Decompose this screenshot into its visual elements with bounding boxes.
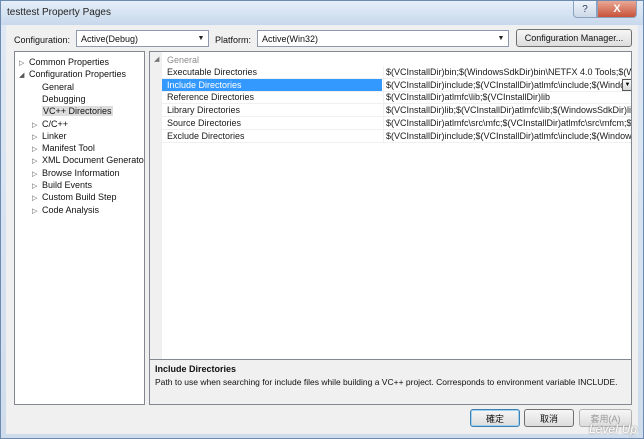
tree-item-xml-document-generator[interactable]: ▷ XML Document Generator (32, 154, 145, 166)
help-button[interactable]: ? (573, 1, 597, 18)
property-value[interactable]: $(VCInstallDir)include;$(VCInstallDir)at… (383, 78, 632, 91)
dialog-client: Configuration: Active(Debug) ▼ Platform:… (6, 25, 638, 434)
tree-item-general[interactable]: General (32, 81, 74, 93)
category-label: General (167, 55, 200, 65)
property-row-executable-directories[interactable]: Executable Directories $(VCInstallDir)bin… (162, 66, 631, 79)
property-value-text: $(VCInstallDir)include;$(VCInstallDir)at… (386, 130, 632, 141)
tree-item-label: VC++ Directories (42, 106, 113, 117)
collapse-triangle-icon[interactable]: ◢ (154, 55, 159, 63)
configuration-manager-button[interactable]: Configuration Manager... (516, 29, 632, 47)
property-tree[interactable]: ▷ Common Properties ◢ Configuration Propert… (14, 51, 145, 405)
category-row-general[interactable]: ◢ General (150, 54, 631, 66)
tree-item-label: C/C++ (42, 118, 69, 129)
configuration-label: Configuration: (14, 35, 71, 45)
collapse-triangle-icon[interactable]: ◢ (19, 70, 29, 82)
window-title: testtest Property Pages (7, 7, 111, 18)
tree-item-manifest-tool[interactable]: ▷ Manifest Tool (32, 142, 95, 154)
tree-item-build-events[interactable]: ▷ Build Events (32, 179, 92, 191)
property-value[interactable]: $(VCInstallDir)atlmfc\lib;$(VCInstallDir… (383, 91, 631, 104)
tree-item-label: Browse Information (42, 167, 120, 178)
property-name[interactable]: Executable Directories (162, 66, 382, 78)
property-grid[interactable]: ◢ General Executable Directories $(VCInst… (149, 51, 632, 381)
property-value-text: $(VCInstallDir)bin;$(WindowsSdkDir)bin\N… (386, 67, 631, 77)
property-row-reference-directories[interactable]: Reference Directories $(VCInstallDir)atlm… (162, 91, 631, 105)
close-button[interactable]: X (597, 1, 637, 18)
tree-item-label: Configuration Properties (29, 69, 127, 80)
tree-item-label: Manifest Tool (42, 143, 95, 154)
property-row-include-directories[interactable]: Include Directories $(VCInstallDir)includ… (162, 78, 632, 92)
tree-item-c-c[interactable]: ▷ C/C++ (32, 118, 68, 130)
description-panel: Include Directories Path to use when sea… (149, 359, 632, 405)
title-controls: ? X (573, 1, 637, 19)
tree-item-code-analysis[interactable]: ▷ Code Analysis (32, 204, 99, 216)
tree-item-label: Linker (42, 130, 67, 141)
configuration-combo[interactable]: Active(Debug) ▼ (76, 30, 209, 47)
tree-item-linker[interactable]: ▷ Linker (32, 130, 67, 142)
platform-combo[interactable]: Active(Win32) ▼ (257, 30, 509, 47)
tree-item-label: Custom Build Step (42, 192, 117, 203)
description-text: Path to use when searching for include f… (155, 377, 618, 387)
tree-item-label: Debugging (42, 93, 86, 104)
property-value[interactable]: $(VCInstallDir)include;$(VCInstallDir)at… (383, 129, 632, 142)
property-value-text: $(VCInstallDir)atlmfc\src\mfc;$(VCInstal… (386, 117, 632, 128)
tree-item-label: General (42, 81, 75, 92)
configuration-row: Configuration: Active(Debug) ▼ Platform:… (6, 25, 638, 51)
property-value[interactable]: $(VCInstallDir)bin;$(WindowsSdkDir)bin\N… (383, 66, 631, 78)
tree-item-label: Common Properties (29, 57, 110, 67)
tree-item-common-properties[interactable]: ▷ Common Properties (19, 56, 109, 68)
cancel-button[interactable]: 取消 (524, 409, 574, 427)
property-value-text: $(VCInstallDir)include;$(VCInstallDir)at… (386, 79, 632, 90)
tree-item-label: Code Analysis (42, 204, 100, 215)
property-row-exclude-directories[interactable]: Exclude Directories $(VCInstallDir)includ… (162, 129, 632, 143)
description-title: Include Directories (155, 364, 237, 374)
dropdown-arrow-icon[interactable]: ▼ (622, 78, 631, 91)
property-name[interactable]: Library Directories (162, 104, 382, 116)
expand-triangle-icon[interactable]: ▷ (32, 206, 42, 218)
watermark-logo: LeveI Up (588, 422, 637, 436)
tree-item-label: Build Events (42, 180, 93, 190)
property-name[interactable]: Reference Directories (162, 91, 382, 103)
tree-item-label: XML Document Generator (42, 155, 145, 166)
grid-margin (150, 52, 162, 380)
title-bar[interactable]: testtest Property Pages ? X (1, 1, 643, 25)
chevron-down-icon: ▼ (197, 35, 205, 42)
platform-label: Platform: (215, 35, 252, 45)
chevron-down-icon: ▼ (497, 35, 505, 42)
tree-item-custom-build-step[interactable]: ▷ Custom Build Step (32, 191, 117, 203)
ok-button[interactable]: 確定 (470, 409, 520, 427)
property-row-source-directories[interactable]: Source Directories $(VCInstallDir)atlmfc\… (162, 116, 632, 130)
property-value[interactable]: $(VCInstallDir)lib;$(VCInstallDir)atlmfc… (383, 104, 632, 117)
property-value-text: $(VCInstallDir)lib;$(VCInstallDir)atlmfc… (386, 105, 632, 116)
tree-item-debugging[interactable]: Debugging (32, 93, 86, 105)
tree-item-configuration-properties[interactable]: ◢ Configuration Properties (19, 68, 126, 80)
tree-item-browse-information[interactable]: ▷ Browse Information (32, 167, 120, 179)
property-value[interactable]: $(VCInstallDir)atlmfc\src\mfc;$(VCInstal… (383, 116, 632, 129)
property-name[interactable]: Include Directories (162, 78, 382, 91)
property-name[interactable]: Source Directories (162, 117, 382, 129)
configuration-value: Active(Debug) (81, 34, 139, 44)
property-pages-window: testtest Property Pages ? X Configuratio… (0, 0, 644, 439)
property-value-text: $(VCInstallDir)atlmfc\lib;$(VCInstallDir… (386, 92, 551, 103)
tree-item-vc-directories[interactable]: VC++ Directories (32, 105, 113, 117)
property-row-library-directories[interactable]: Library Directories $(VCInstallDir)lib;$(… (162, 104, 632, 118)
platform-value: Active(Win32) (262, 34, 319, 44)
property-name[interactable]: Exclude Directories (162, 130, 382, 142)
